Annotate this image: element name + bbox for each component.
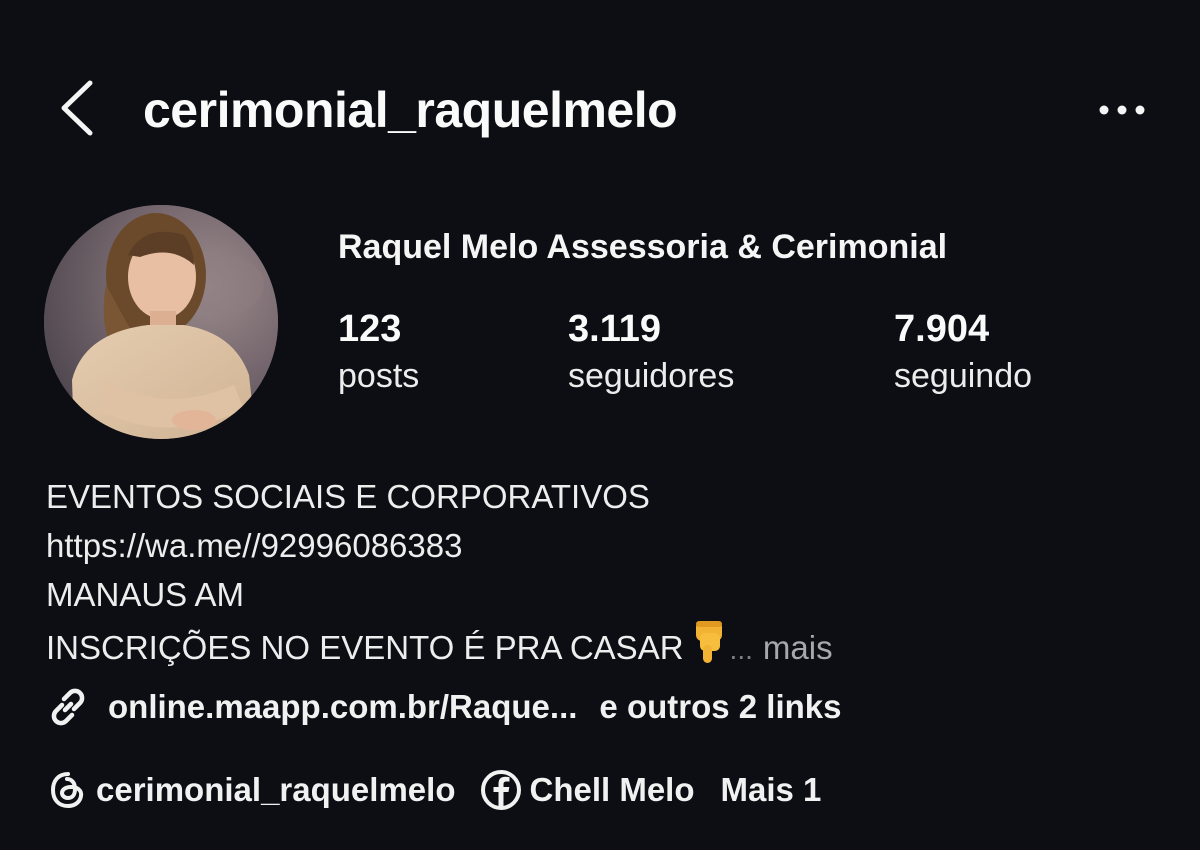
pointing-down-emoji-icon bbox=[692, 619, 728, 678]
page-title: cerimonial_raquelmelo bbox=[143, 82, 678, 138]
following-label: seguindo bbox=[894, 357, 1033, 395]
links-row: online.maapp.com.br/Raque... e outros 2 … bbox=[46, 683, 842, 731]
avatar[interactable] bbox=[44, 205, 278, 439]
bio: EVENTOS SOCIAIS E CORPORATIVOS https://w… bbox=[46, 472, 833, 678]
more-horizontal-icon bbox=[1099, 105, 1145, 115]
posts-count: 123 bbox=[338, 308, 402, 350]
other-links-button[interactable]: e outros 2 links bbox=[599, 688, 841, 726]
threads-icon bbox=[50, 772, 84, 809]
following-count: 7.904 bbox=[894, 308, 990, 350]
bio-ellipsis: ... bbox=[729, 634, 753, 665]
social-row: cerimonial_raquelmelo Chell Melo Mais 1 bbox=[46, 766, 821, 814]
bio-line-2: https://wa.me//92996086383 bbox=[46, 527, 463, 564]
bio-line-3: MANAUS AM bbox=[46, 576, 245, 613]
posts-stat[interactable]: 123 posts bbox=[338, 305, 419, 399]
following-stat[interactable]: 7.904 seguindo bbox=[894, 305, 1032, 399]
profile-display-name: Raquel Melo Assessoria & Cerimonial bbox=[338, 228, 948, 266]
back-button[interactable] bbox=[52, 76, 100, 140]
link-icon bbox=[51, 688, 85, 726]
bio-more-link[interactable]: mais bbox=[763, 629, 833, 666]
followers-label: seguidores bbox=[568, 357, 735, 395]
bio-line-4-text: INSCRIÇÕES NO EVENTO É PRA CASAR bbox=[46, 629, 684, 666]
threads-link[interactable]: cerimonial_raquelmelo bbox=[46, 768, 455, 812]
followers-stat[interactable]: 3.119 seguidores bbox=[568, 305, 734, 399]
bio-line-1: EVENTOS SOCIAIS E CORPORATIVOS bbox=[46, 478, 650, 515]
more-social-button[interactable]: Mais 1 bbox=[721, 771, 822, 809]
avatar-photo bbox=[44, 205, 278, 439]
followers-count: 3.119 bbox=[568, 308, 661, 350]
primary-link[interactable]: online.maapp.com.br/Raque... bbox=[108, 688, 577, 726]
bio-line-4: INSCRIÇÕES NO EVENTO É PRA CASAR ... mais bbox=[46, 619, 833, 678]
chevron-left-icon bbox=[61, 80, 93, 136]
threads-username: cerimonial_raquelmelo bbox=[96, 771, 456, 808]
more-options-button[interactable] bbox=[1090, 90, 1154, 130]
posts-label: posts bbox=[338, 357, 420, 395]
facebook-link[interactable]: Chell Melo bbox=[479, 768, 695, 812]
facebook-icon bbox=[481, 770, 522, 810]
facebook-name: Chell Melo bbox=[529, 771, 695, 808]
